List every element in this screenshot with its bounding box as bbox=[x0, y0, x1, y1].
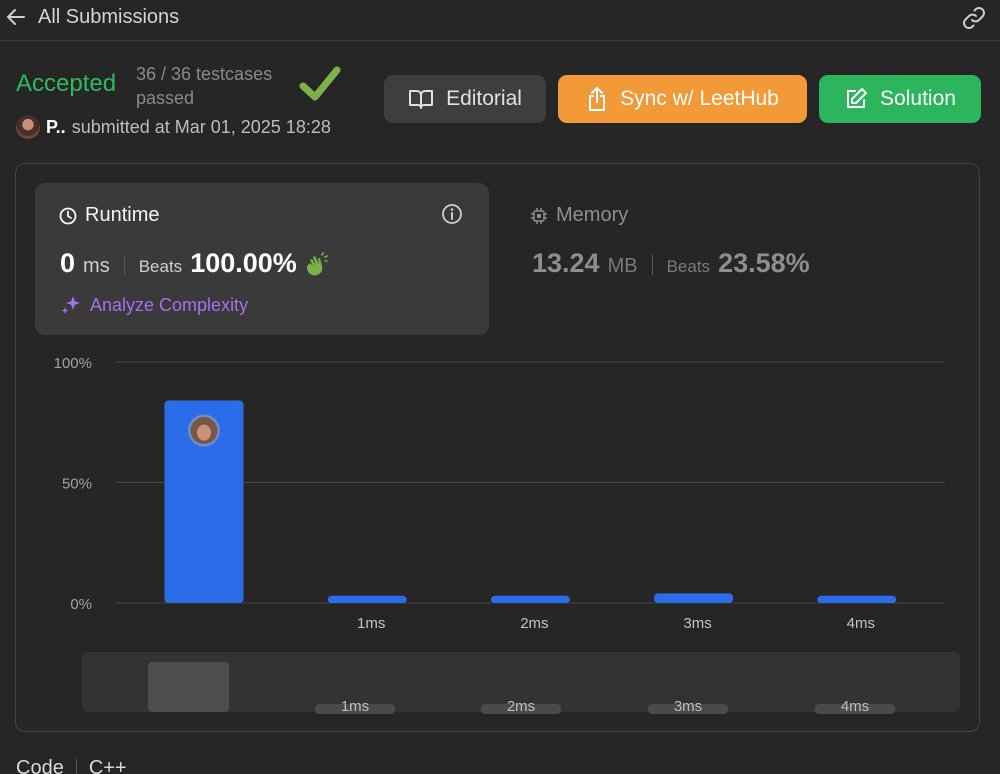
memory-beats-label: Beats bbox=[666, 257, 711, 276]
code-tabs: Code C++ bbox=[16, 757, 127, 774]
chart-bar[interactable] bbox=[490, 595, 570, 603]
chart-bar[interactable] bbox=[817, 595, 897, 603]
memory-unit: MB bbox=[607, 255, 638, 277]
memory-header[interactable]: Memory bbox=[530, 204, 628, 227]
clock-icon bbox=[59, 207, 77, 224]
sync-label: Sync w/ LeetHub bbox=[620, 87, 779, 110]
book-icon bbox=[409, 90, 434, 109]
runtime-header: Runtime bbox=[59, 204, 159, 227]
chart-bar[interactable] bbox=[327, 595, 407, 603]
runtime-value: 0 bbox=[60, 248, 76, 278]
back-link-label: All Submissions bbox=[38, 5, 180, 28]
runtime-unit: ms bbox=[83, 255, 110, 277]
testcases-passed: 36 / 36 testcases passed bbox=[136, 64, 273, 108]
edit-icon bbox=[847, 88, 868, 108]
editorial-label: Editorial bbox=[446, 87, 522, 110]
back-to-submissions-link[interactable]: All Submissions bbox=[4, 2, 179, 32]
check-icon bbox=[299, 66, 341, 101]
info-icon[interactable] bbox=[440, 202, 464, 226]
divider bbox=[123, 255, 125, 275]
memory-beats-value: 23.58% bbox=[718, 248, 810, 278]
runtime-metric: 0 ms Beats 100.00% bbox=[60, 248, 329, 282]
avatar[interactable] bbox=[16, 115, 40, 139]
submitter-name[interactable]: P.. bbox=[46, 117, 66, 138]
solution-label: Solution bbox=[880, 87, 956, 110]
share-upload-icon bbox=[589, 87, 606, 111]
runtime-beats-value: 100.00% bbox=[190, 248, 297, 278]
tab-code[interactable]: Code bbox=[16, 757, 64, 774]
sparkle-icon bbox=[61, 296, 80, 314]
editorial-button[interactable]: Editorial bbox=[384, 75, 546, 123]
memory-metric: 13.24 MB Beats 23.58% bbox=[532, 248, 810, 282]
tab-lang[interactable]: C++ bbox=[89, 757, 127, 774]
chip-icon bbox=[531, 207, 547, 224]
sync-leethub-button[interactable]: Sync w/ LeetHub bbox=[558, 75, 807, 123]
divider bbox=[651, 255, 653, 275]
analyze-label: Analyze Complexity bbox=[90, 294, 249, 315]
submitter-info: P.. submitted at Mar 01, 2025 18:28 bbox=[16, 114, 331, 140]
arrow-left-icon bbox=[7, 9, 25, 25]
submission-status: Accepted bbox=[16, 70, 117, 97]
runtime-title: Runtime bbox=[85, 204, 160, 226]
runtime-beats-label: Beats bbox=[138, 257, 183, 276]
divider bbox=[75, 759, 77, 774]
solution-button[interactable]: Solution bbox=[819, 75, 981, 123]
submitted-at: submitted at Mar 01, 2025 18:28 bbox=[71, 116, 331, 137]
submission-detail-page: All Submissions Accepted 36 / 36 testcas… bbox=[0, 0, 1000, 774]
chart-bar[interactable] bbox=[164, 400, 244, 603]
memory-title: Memory bbox=[556, 204, 629, 226]
link-icon[interactable] bbox=[960, 4, 988, 32]
chart-bar[interactable] bbox=[654, 593, 734, 603]
clap-icon bbox=[306, 252, 328, 276]
analyze-complexity-link[interactable]: Analyze Complexity bbox=[60, 292, 248, 318]
memory-value: 13.24 bbox=[532, 248, 600, 278]
top-nav: All Submissions bbox=[0, 0, 1000, 41]
